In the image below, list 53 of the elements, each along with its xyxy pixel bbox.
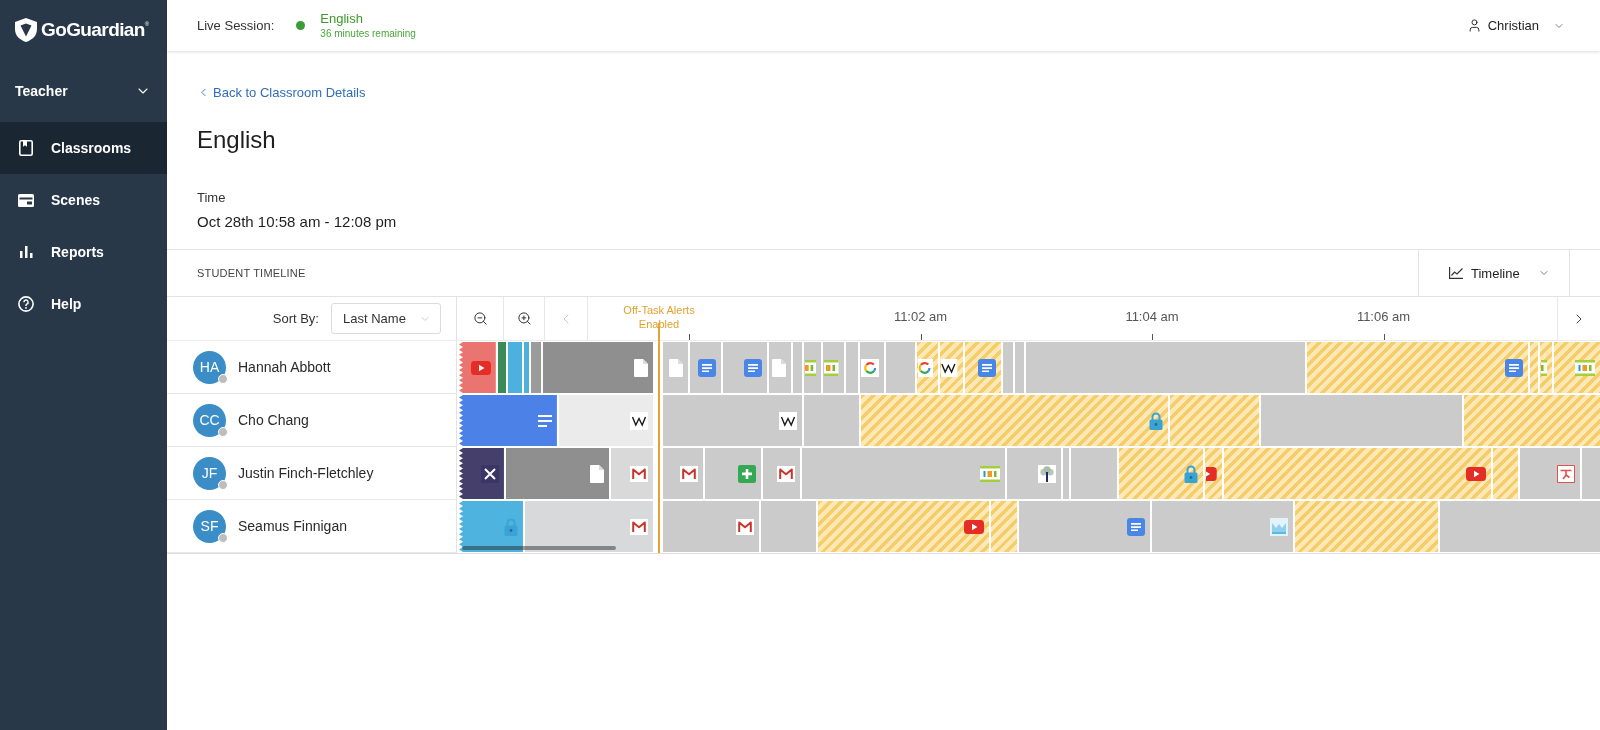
time-label: Time	[197, 190, 226, 206]
time-value: Oct 28th 10:58 am - 12:08 pm	[197, 213, 397, 231]
student-avatar: CC	[193, 403, 226, 437]
sort-label: Sort By:	[272, 311, 319, 326]
axis-tick	[1383, 334, 1385, 340]
figure-tile-icon	[1557, 464, 1576, 483]
sidebar-item[interactable]: Classrooms	[0, 122, 167, 174]
session-remaining: 36 minutes remaining	[320, 28, 416, 40]
logo-wordmark: GoGuardian$^{®}$	[41, 19, 149, 41]
role-menu-button[interactable]: Teacher	[0, 60, 167, 122]
student-avatar: SF	[193, 509, 226, 543]
time-axis-label: 11:06 am	[1356, 309, 1411, 325]
axis-tick	[689, 334, 690, 340]
session-name: English	[320, 11, 364, 27]
off-task-marker-label: Off-Task Alerts Enabled	[622, 303, 696, 331]
student-name: Justin Finch-Fletchley	[238, 465, 374, 481]
banded-tile-icon	[1540, 359, 1547, 376]
book-icon	[19, 140, 33, 156]
card-icon	[18, 193, 34, 207]
page-title: English	[197, 125, 276, 155]
user-menu-button[interactable]: Christian	[1466, 18, 1565, 33]
axis-tick	[920, 334, 922, 340]
section-heading: STUDENT TIMELINE	[196, 267, 306, 279]
sidebar-item[interactable]: Help	[0, 278, 167, 330]
help-icon	[18, 296, 34, 312]
student-name: Hannah Abbott	[238, 359, 331, 375]
sidebar-item[interactable]: Scenes	[0, 174, 167, 226]
scrollbar-thumb[interactable]	[462, 546, 616, 550]
shield-logo-icon	[15, 18, 37, 42]
line-chart-icon	[1449, 267, 1463, 279]
play-button-icon	[1206, 466, 1218, 481]
student-avatar: JF	[193, 456, 226, 490]
padlock-icon	[1148, 411, 1163, 430]
activity-segment[interactable]	[459, 501, 523, 552]
user-icon	[1466, 18, 1482, 33]
student-avatar: HA	[193, 350, 226, 384]
live-dot-icon	[296, 21, 306, 30]
axis-tick	[1152, 334, 1153, 340]
text-lines-icon	[537, 414, 552, 427]
padlock-icon	[1184, 464, 1199, 483]
student-name: Cho Chang	[238, 412, 309, 428]
padlock-icon	[503, 517, 518, 536]
zoom-in-icon	[516, 311, 532, 326]
session-label: Live Session:	[197, 18, 275, 33]
sidebar-item[interactable]: Reports	[0, 226, 167, 278]
bar-chart-icon	[19, 246, 33, 258]
time-axis-label: 11:02 am	[893, 309, 948, 325]
zoom-out-icon	[472, 311, 488, 326]
student-name: Seamus Finnigan	[238, 518, 347, 534]
time-axis-label: 11:04 am	[1125, 309, 1179, 325]
sort-select[interactable]: Last Name	[331, 303, 441, 334]
back-link[interactable]: Back to Classroom Details	[197, 83, 366, 101]
view-dropdown[interactable]: Timeline	[1418, 250, 1570, 296]
